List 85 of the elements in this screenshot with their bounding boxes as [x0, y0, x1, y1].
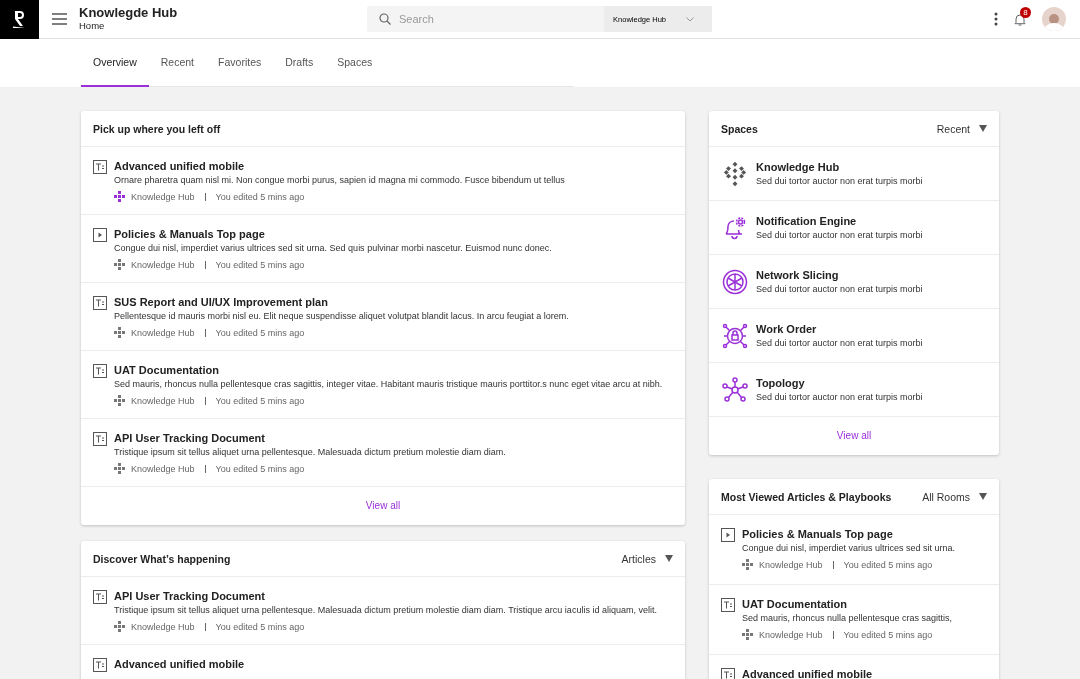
- card-title: Discover What’s happening: [93, 552, 231, 565]
- card-title: Spaces: [721, 122, 758, 135]
- space-name: Knowledge Hub: [759, 629, 823, 640]
- edited-time: You edited 5 mins ago: [215, 259, 305, 270]
- card-title: Pick up where you left off: [93, 122, 221, 135]
- item-description: Pellentesque id mauris morbi nisl eu. Elit neque suspendisse aliquet volutpat blandit lacus. In arcu feugiat a lorem.: [114, 310, 569, 323]
- cluster-icon: [722, 160, 748, 187]
- chevron-icon: [686, 16, 694, 22]
- bell-icon[interactable]: [1014, 12, 1026, 26]
- caret-icon: [979, 493, 987, 500]
- item-title[interactable]: UAT Documentation: [114, 363, 663, 377]
- item-title[interactable]: Advanced unified mobile: [114, 657, 245, 671]
- item-description: Sed mauris, rhoncus nulla pellentesque cras sagittis,: [742, 612, 953, 625]
- space-description: Sed dui tortor auctor non erat turpis morbi: [756, 390, 923, 404]
- edited-time: You edited 5 mins ago: [215, 395, 305, 406]
- space-title[interactable]: Notification Engine: [756, 213, 923, 228]
- space-title[interactable]: Topology: [756, 375, 923, 390]
- item-description: Sed mauris, rhoncus nulla pellentesque cras sagittis, integer vitae. Habitant mauris tristique mauris porttitor.s nunc eget vitae arcu at nibh.: [114, 378, 663, 391]
- space-description: Sed dui tortor auctor non erat turpis morbi: [756, 174, 923, 188]
- filter-dropdown[interactable]: Articles: [621, 552, 673, 565]
- item-title[interactable]: API User Tracking Document: [114, 589, 657, 603]
- text-document-icon: [93, 432, 107, 446]
- space-name: Knowledge Hub: [131, 191, 195, 202]
- filter-dropdown[interactable]: All Rooms: [922, 490, 987, 503]
- space-title[interactable]: Work Order: [756, 321, 923, 336]
- avatar[interactable]: [1042, 7, 1066, 31]
- item-description: Congue dui nisl, imperdiet varius ultrices sed sit urna.: [742, 542, 956, 555]
- text-document-icon: [93, 160, 107, 174]
- text-document-icon: [721, 598, 735, 612]
- sliced-circle-icon: [722, 268, 748, 295]
- item-description: Ornare pharetra quam nisl mi. Non congue morbi purus, sapien id magna mi commodo. Fusce bibendum ut tellus: [114, 174, 565, 187]
- space-description: Sed dui tortor auctor non erat turpis morbi: [756, 336, 923, 350]
- text-document-icon: [721, 668, 735, 679]
- play-icon: [93, 228, 107, 242]
- space-name: Knowledge Hub: [131, 463, 195, 474]
- item-title[interactable]: Policies & Manuals Top page: [742, 527, 956, 541]
- logo[interactable]: [0, 0, 39, 39]
- caret-icon: [979, 125, 987, 132]
- tab[interactable]: Favorites: [206, 39, 274, 87]
- space-description: Sed dui tortor auctor non erat turpis morbi: [756, 228, 923, 242]
- tab[interactable]: Overview: [81, 39, 149, 87]
- text-document-icon: [93, 590, 107, 604]
- space-title[interactable]: Network Slicing: [756, 267, 923, 282]
- caret-icon: [665, 555, 673, 562]
- item-title[interactable]: API User Tracking Document: [114, 431, 506, 445]
- tab[interactable]: Spaces: [325, 39, 385, 87]
- edited-time: You edited 5 mins ago: [215, 621, 305, 632]
- breadcrumb[interactable]: Home: [79, 20, 367, 32]
- item-title[interactable]: Advanced unified mobile: [742, 667, 873, 679]
- edited-time: You edited 5 mins ago: [215, 327, 305, 338]
- app-title: Knowlegde Hub: [79, 6, 179, 20]
- item-title[interactable]: Advanced unified mobile: [114, 159, 565, 173]
- play-icon: [721, 528, 735, 542]
- text-document-icon: [93, 658, 107, 672]
- space-name: Knowledge Hub: [131, 327, 195, 338]
- view-all-link[interactable]: View all: [365, 500, 401, 511]
- more-icon[interactable]: [994, 12, 998, 26]
- item-description: Tristique ipsum sit tellus aliquet urna pellentesque. Malesuada dictum pretium molestie diam diam. Tristique arcu iaculis id aliquam, velit.: [114, 604, 657, 617]
- item-title[interactable]: UAT Documentation: [742, 597, 953, 611]
- space-name: Knowledge Hub: [131, 621, 195, 632]
- tab[interactable]: Recent: [148, 39, 207, 87]
- text-document-icon: [93, 364, 107, 378]
- edited-time: You edited 5 mins ago: [843, 559, 933, 570]
- space-title[interactable]: Knowledge Hub: [756, 159, 923, 174]
- text-document-icon: [93, 296, 107, 310]
- network-nodes-icon: [722, 376, 748, 403]
- space-name: Knowledge Hub: [131, 259, 195, 270]
- item-title[interactable]: SUS Report and UI/UX Improvement plan: [114, 295, 569, 309]
- edited-time: You edited 5 mins ago: [843, 629, 933, 640]
- card-title: Most Viewed Articles & Playbooks: [721, 490, 892, 503]
- space-name: Knowledge Hub: [759, 559, 823, 570]
- item-title[interactable]: Policies & Manuals Top page: [114, 227, 552, 241]
- filter-dropdown[interactable]: Recent: [936, 122, 987, 135]
- notification-badge: 8: [1020, 6, 1031, 18]
- menu-icon[interactable]: [52, 13, 67, 25]
- item-description: Congue dui nisl, imperdiet varius ultrices sed sit urna. Sed quis pulvinar morbi nascetur. Euismod nunc donec.: [114, 242, 552, 255]
- space-name: Knowledge Hub: [131, 395, 195, 406]
- edited-time: You edited 5 mins ago: [215, 191, 305, 202]
- space-description: Sed dui tortor auctor non erat turpis morbi: [756, 282, 923, 296]
- item-description: Tristique ipsum sit tellus aliquet urna pellentesque. Malesuada dictum pretium molestie diam diam.: [114, 446, 506, 459]
- edited-time: You edited 5 mins ago: [215, 463, 305, 474]
- search-icon: [379, 13, 391, 25]
- view-all-link[interactable]: View all: [836, 430, 872, 441]
- tab[interactable]: Drafts: [273, 39, 326, 87]
- lock-network-icon: [722, 322, 748, 349]
